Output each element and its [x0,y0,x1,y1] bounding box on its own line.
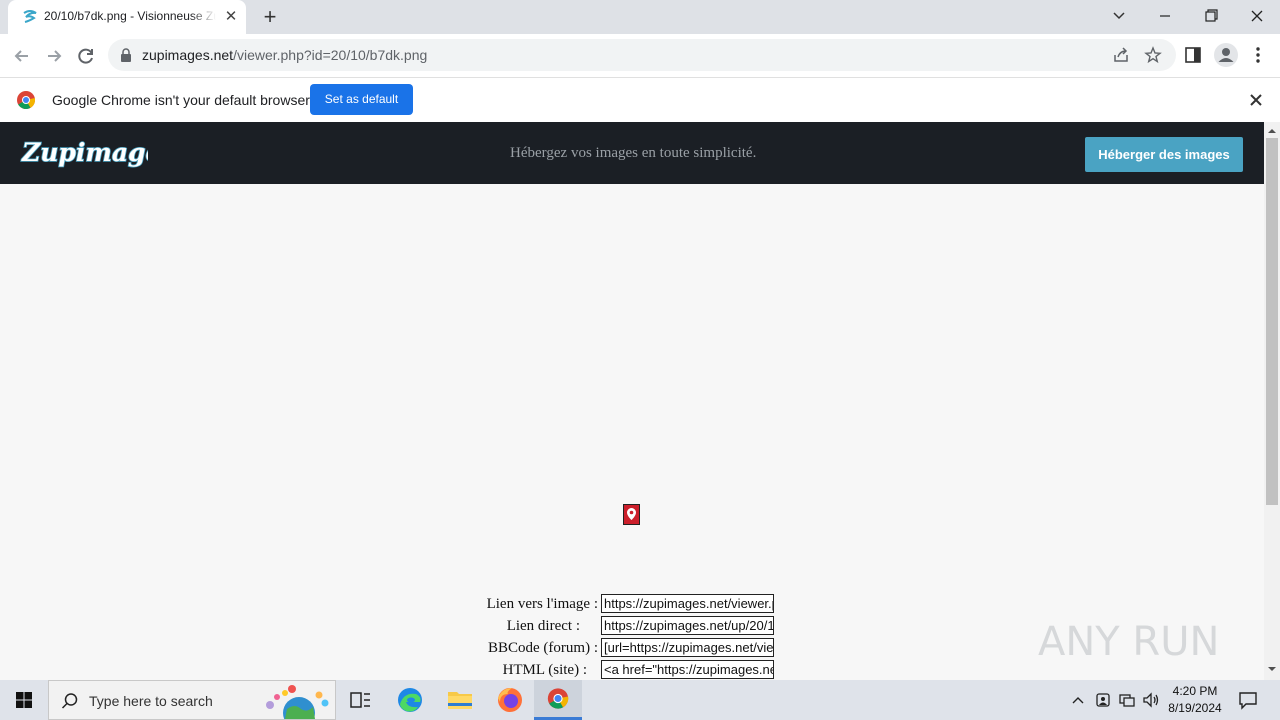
lock-icon[interactable] [120,48,132,62]
chrome-logo-icon [17,91,35,109]
file-explorer-icon[interactable] [436,680,484,720]
image-link-field[interactable]: https://zupimages.net/viewer.php?id=20/1… [601,594,774,613]
task-view-icon[interactable] [336,680,384,720]
reload-icon[interactable] [72,42,100,70]
address-bar[interactable]: zupimages.net/viewer.php?id=20/10/b7dk.p… [108,39,1176,71]
profile-avatar-icon[interactable] [1214,43,1238,67]
restore-window-icon[interactable] [1196,4,1226,28]
notification-center-icon[interactable] [1238,690,1258,710]
scroll-up-arrow-icon[interactable] [1264,124,1280,138]
default-browser-infobar: Google Chrome isn't your default browser… [0,77,1280,123]
search-highlight-art-icon [266,685,329,719]
site-tagline: Hébergez vos images en toute simplicité. [510,145,757,161]
html-link-field[interactable]: <a href="https://zupimages.net/viewer.ph… [601,660,774,679]
show-hidden-icons-chevron-icon[interactable] [1070,692,1086,708]
direct-link-field[interactable]: https://zupimages.net/up/20/10/b7dk.png [601,616,774,635]
set-as-default-button[interactable]: Set as default [310,84,413,115]
bbcode-link-label: BBCode (forum) : [488,640,598,656]
taskbar-clock[interactable]: 4:20 PM 8/19/2024 [1166,683,1224,717]
clock-date: 8/19/2024 [1168,701,1222,715]
zupimages-favicon-icon [23,10,37,23]
close-window-icon[interactable] [1242,4,1272,28]
vertical-scrollbar[interactable] [1264,122,1280,680]
search-placeholder: Type here to search [89,693,213,709]
infobar-message: Google Chrome isn't your default browser [52,92,310,108]
logo-text: Zupimages [21,138,148,167]
windows-start-icon[interactable] [0,680,48,720]
bbcode-link-field[interactable]: [url=https://zupimages.net/viewer.php?id… [601,638,774,657]
clock-time: 4:20 PM [1172,684,1218,698]
tab-close-icon[interactable]: ✕ [222,8,240,26]
meet-now-icon[interactable] [1094,691,1112,709]
scrollbar-thumb[interactable] [1266,138,1278,505]
search-icon [61,693,78,709]
zupimages-logo[interactable]: Zupimages [20,133,148,175]
infobar-close-icon[interactable] [1246,90,1266,110]
chrome-menu-icon[interactable] [1250,44,1266,66]
bookmark-star-icon[interactable] [1144,46,1162,64]
tab-title: 20/10/b7dk.png - Visionneuse Zupimages [44,9,216,23]
image-link-label: Lien vers l'image : [486,596,598,612]
host-images-button[interactable]: Héberger des images [1085,137,1243,172]
edge-browser-icon[interactable] [386,680,434,720]
back-arrow-icon[interactable] [8,42,36,70]
network-icon[interactable] [1118,691,1136,709]
side-panel-icon[interactable] [1184,46,1202,64]
broken-image-icon[interactable] [623,504,640,525]
share-icon[interactable] [1112,46,1130,64]
tab-strip: 20/10/b7dk.png - Visionneuse Zupimages ✕… [0,0,1280,34]
firefox-icon[interactable] [486,680,534,720]
taskbar-search-box[interactable]: Type here to search [48,680,336,720]
url-path: /viewer.php?id=20/10/b7dk.png [233,47,428,63]
chrome-taskbar-icon[interactable] [534,680,582,720]
windows-taskbar: Type here to search 4:20 PM 8/19/2024 [0,680,1280,720]
html-link-label: HTML (site) : [502,662,587,678]
site-header: Zupimages Hébergez vos images en toute s… [0,122,1264,184]
anyrun-watermark: ANY RUN [1038,619,1219,665]
tab-search-chevron-icon[interactable] [1108,6,1130,26]
forward-arrow-icon[interactable] [40,42,68,70]
page-viewport: Zupimages Hébergez vos images en toute s… [0,122,1264,680]
browser-toolbar: zupimages.net/viewer.php?id=20/10/b7dk.p… [0,34,1280,77]
direct-link-label: Lien direct : [506,618,580,634]
minimize-window-icon[interactable] [1150,4,1180,28]
browser-tab[interactable]: 20/10/b7dk.png - Visionneuse Zupimages ✕ [8,0,246,34]
watermark-text: ANY RUN [1038,619,1219,665]
volume-icon[interactable] [1142,691,1160,709]
scroll-down-arrow-icon[interactable] [1264,662,1280,676]
url-text[interactable]: zupimages.net/viewer.php?id=20/10/b7dk.p… [142,47,427,63]
url-host: zupimages.net [142,47,234,63]
new-tab-button[interactable]: + [256,4,284,30]
